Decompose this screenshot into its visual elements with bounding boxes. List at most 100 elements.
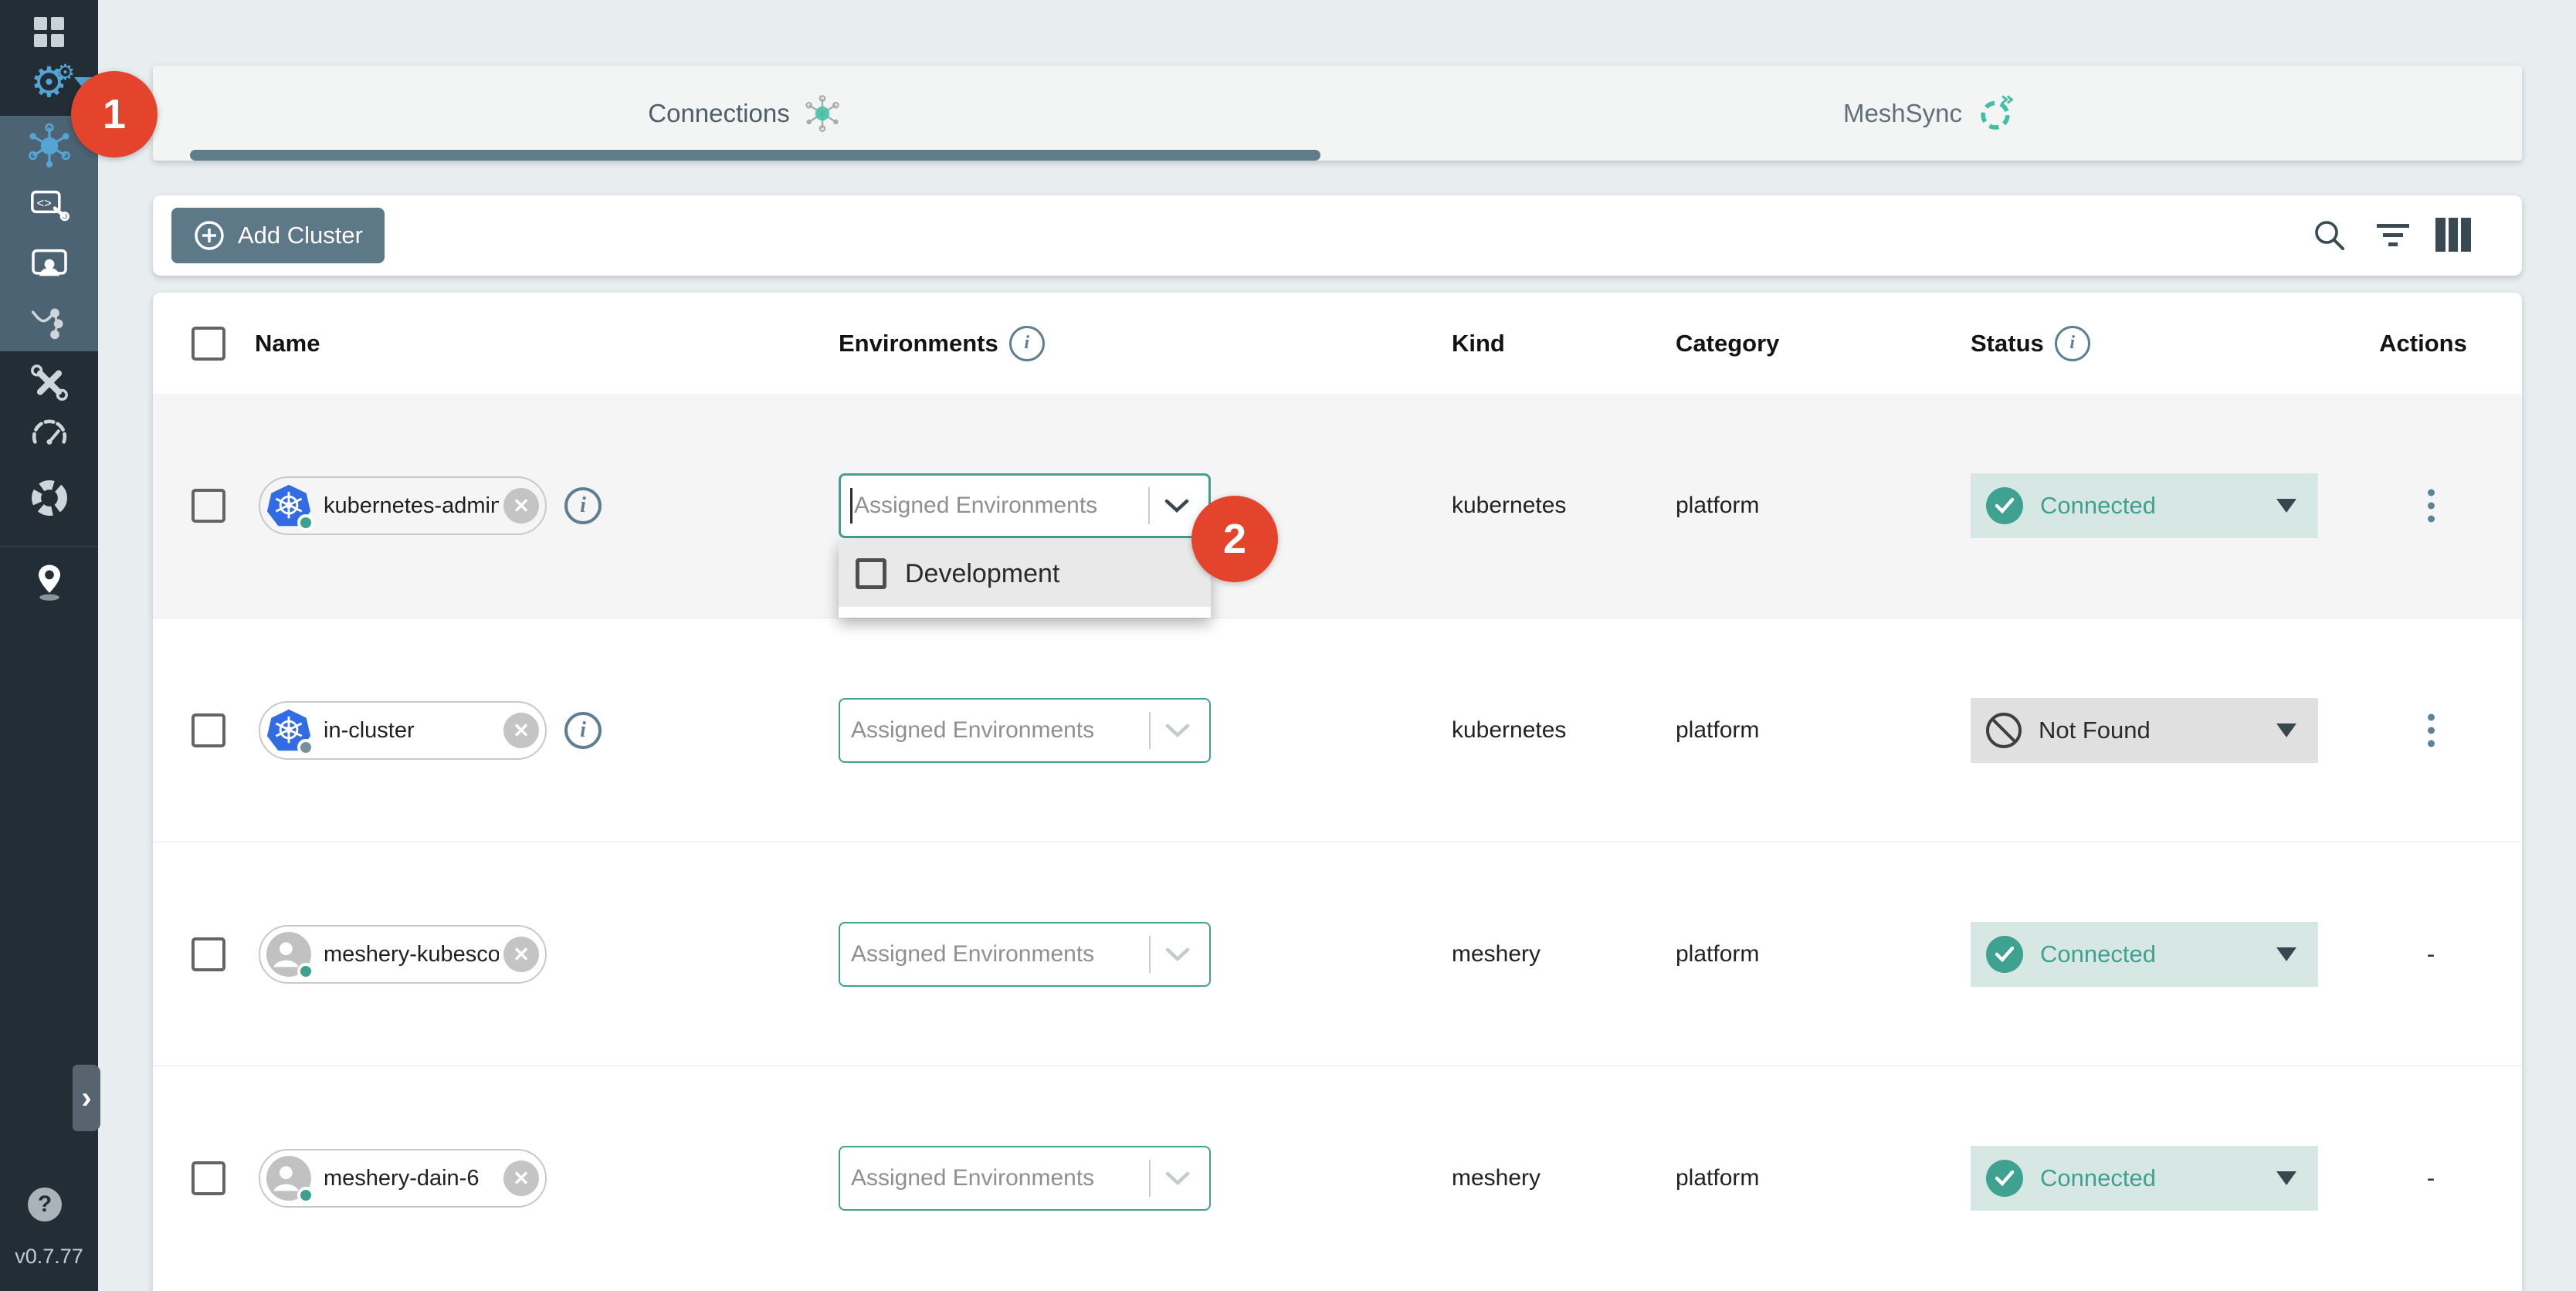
connection-name-chip[interactable]: kubernetes-admin… ✕ bbox=[259, 476, 547, 535]
category-cell: platform bbox=[1676, 941, 1759, 967]
chevron-down-icon[interactable] bbox=[1164, 498, 1190, 513]
close-icon[interactable]: ✕ bbox=[503, 488, 539, 524]
kind-cell: kubernetes bbox=[1452, 493, 1566, 519]
status-select[interactable]: Connected bbox=[1971, 1146, 2318, 1211]
close-icon[interactable]: ✕ bbox=[503, 937, 539, 972]
connection-status-dot bbox=[297, 963, 314, 980]
chevron-down-icon[interactable] bbox=[1164, 947, 1191, 962]
row-checkbox[interactable] bbox=[192, 1161, 225, 1195]
category-cell: platform bbox=[1676, 1165, 1759, 1191]
connection-status-dot bbox=[297, 739, 314, 756]
sidebar-expand-button[interactable]: › bbox=[73, 1065, 100, 1131]
view-columns-icon[interactable] bbox=[2435, 218, 2471, 253]
status-select[interactable]: Connected bbox=[1971, 922, 2318, 987]
select-divider bbox=[1148, 487, 1150, 524]
option-checkbox[interactable] bbox=[856, 558, 886, 589]
sidebar-divider bbox=[0, 546, 98, 547]
no-actions-dash: - bbox=[2427, 940, 2435, 969]
column-header-kind[interactable]: Kind bbox=[1452, 330, 1505, 357]
close-icon[interactable]: ✕ bbox=[503, 1161, 539, 1196]
connection-name-chip[interactable]: meshery-kubescop… ✕ bbox=[259, 925, 547, 984]
annotation-badge-2: 2 bbox=[1191, 496, 1278, 582]
row-info-icon[interactable]: i bbox=[564, 712, 602, 749]
row-checkbox[interactable] bbox=[192, 489, 225, 523]
status-label: Not Found bbox=[2039, 717, 2276, 744]
environments-dropdown: Development bbox=[839, 540, 1211, 618]
row-checkbox[interactable] bbox=[192, 713, 225, 747]
map-pin-icon bbox=[28, 561, 71, 605]
column-header-environments[interactable]: Environments i bbox=[839, 326, 1045, 361]
filter-icon[interactable] bbox=[2375, 218, 2411, 253]
sidebar-item-dashboard[interactable] bbox=[0, 14, 98, 49]
sidebar-item-environments[interactable] bbox=[0, 239, 98, 287]
plus-circle-icon bbox=[193, 219, 225, 252]
environments-select[interactable]: Assigned Environments bbox=[839, 1146, 1211, 1211]
category-cell: platform bbox=[1676, 717, 1759, 744]
info-icon[interactable]: i bbox=[1009, 326, 1045, 361]
connections-mesh-icon bbox=[802, 93, 842, 134]
app-version: v0.7.77 bbox=[0, 1245, 98, 1269]
info-icon[interactable]: i bbox=[2055, 326, 2090, 361]
kebab-menu-icon[interactable] bbox=[2423, 485, 2439, 527]
sidebar-item-designs[interactable] bbox=[0, 298, 98, 346]
kebab-menu-icon[interactable] bbox=[2423, 710, 2439, 752]
connection-name-chip[interactable]: in-cluster ✕ bbox=[259, 701, 547, 760]
select-divider bbox=[1149, 1160, 1151, 1197]
dropdown-option-development[interactable]: Development bbox=[839, 540, 1211, 607]
sidebar-item-performance[interactable] bbox=[0, 411, 98, 459]
search-icon[interactable] bbox=[2312, 218, 2347, 253]
status-select[interactable]: Not Found bbox=[1971, 698, 2318, 763]
column-header-category[interactable]: Category bbox=[1676, 330, 1779, 357]
sidebar-item-adapters[interactable]: <> bbox=[0, 181, 98, 229]
environments-placeholder: Assigned Environments bbox=[851, 941, 1149, 967]
column-header-actions: Actions bbox=[2346, 330, 2500, 357]
actions-cell bbox=[2392, 485, 2469, 527]
help-button[interactable]: ? bbox=[28, 1188, 62, 1222]
kind-cell: meshery bbox=[1452, 941, 1541, 967]
check-circle-icon bbox=[1986, 1160, 2023, 1197]
sidebar-item-configuration[interactable] bbox=[0, 358, 98, 406]
kind-cell: meshery bbox=[1452, 1165, 1541, 1191]
wrenches-icon bbox=[28, 361, 71, 404]
sidebar-item-extensions[interactable] bbox=[0, 473, 98, 524]
environments-placeholder: Assigned Environments bbox=[851, 1165, 1149, 1191]
tab-connections[interactable]: Connections bbox=[153, 66, 1337, 161]
chevron-down-icon[interactable] bbox=[1164, 1171, 1191, 1186]
tab-meshsync[interactable]: MeshSync bbox=[1337, 66, 2522, 161]
table-row: in-cluster ✕ i Assigned Environments kub… bbox=[153, 618, 2522, 842]
environments-placeholder: Assigned Environments bbox=[854, 493, 1148, 519]
environments-select[interactable]: Assigned Environments bbox=[839, 698, 1211, 763]
column-header-name[interactable]: Name bbox=[255, 330, 320, 357]
row-checkbox[interactable] bbox=[192, 937, 225, 971]
connection-name-chip[interactable]: meshery-dain-6 ✕ bbox=[259, 1149, 547, 1208]
sidebar-item-registry[interactable] bbox=[0, 557, 98, 608]
select-divider bbox=[1149, 712, 1151, 749]
connection-name: in-cluster bbox=[324, 718, 499, 744]
screen-user-icon bbox=[28, 242, 71, 285]
chevron-down-icon[interactable] bbox=[1164, 723, 1191, 738]
tabs-bar: Connections MeshSync bbox=[153, 66, 2522, 161]
environments-select[interactable]: Assigned Environments bbox=[839, 922, 1211, 987]
chevron-right-icon: › bbox=[81, 1081, 91, 1116]
status-select[interactable]: Connected bbox=[1971, 473, 2318, 538]
status-label: Connected bbox=[2040, 492, 2276, 520]
gear-small-icon: ⚙ bbox=[56, 62, 75, 83]
no-actions-dash: - bbox=[2427, 1164, 2435, 1193]
caret-down-icon bbox=[2276, 499, 2296, 513]
environments-select[interactable]: Assigned Environments bbox=[839, 473, 1211, 538]
add-cluster-button[interactable]: Add Cluster bbox=[171, 208, 385, 263]
table-row: meshery-kubescop… ✕ Assigned Environment… bbox=[153, 842, 2522, 1066]
actions-cell: - bbox=[2392, 1164, 2469, 1193]
svg-text:<>: <> bbox=[36, 197, 51, 211]
column-header-status[interactable]: Status i bbox=[1971, 326, 2090, 361]
connection-name: meshery-kubescop… bbox=[324, 942, 499, 967]
row-info-icon[interactable]: i bbox=[564, 487, 602, 524]
adapters-code-icon: <> bbox=[28, 183, 71, 226]
check-circle-icon bbox=[1986, 487, 2023, 524]
close-icon[interactable]: ✕ bbox=[503, 713, 539, 748]
connection-name: kubernetes-admin… bbox=[324, 493, 499, 519]
connection-status-dot bbox=[297, 1187, 314, 1204]
select-all-checkbox[interactable] bbox=[192, 327, 225, 361]
check-circle-icon bbox=[1986, 936, 2023, 973]
prohibited-icon bbox=[1986, 713, 2022, 748]
